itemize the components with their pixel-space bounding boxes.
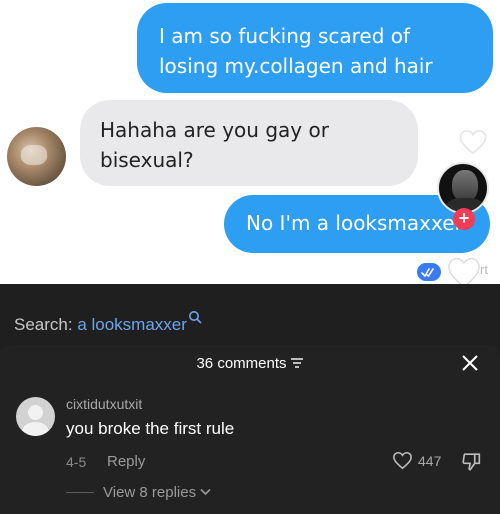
view-replies-button[interactable]: View 8 replies bbox=[103, 483, 211, 501]
search-prefix: Search: bbox=[14, 315, 78, 334]
comments-panel: 36 comments cixtidutxutxit you broke the… bbox=[0, 345, 500, 514]
dislike-icon[interactable] bbox=[461, 451, 483, 472]
message-bubble-outgoing: I am so fucking scared of losing my.coll… bbox=[137, 3, 493, 93]
comment-text: you broke the first rule bbox=[66, 419, 235, 438]
message-text: No I'm a looksmaxxer bbox=[246, 211, 463, 235]
heart-icon[interactable] bbox=[392, 451, 413, 470]
overlay-partial-text: rt bbox=[480, 262, 488, 277]
message-text: I am so fucking scared of losing my.coll… bbox=[159, 24, 433, 78]
creator-avatar[interactable] bbox=[437, 162, 489, 214]
close-icon[interactable] bbox=[459, 352, 481, 374]
comments-count: 36 comments bbox=[196, 355, 287, 372]
heart-outline-icon bbox=[458, 128, 488, 156]
chat-screenshot[interactable]: I am so fucking scared of losing my.coll… bbox=[0, 0, 500, 284]
avatar[interactable] bbox=[16, 397, 55, 436]
search-query-link[interactable]: a looksmaxxer bbox=[77, 315, 187, 334]
plus-icon[interactable]: + bbox=[453, 208, 475, 230]
comment-date: 4-5 bbox=[66, 454, 87, 470]
view-replies-label: View 8 replies bbox=[103, 484, 197, 501]
screen: I am so fucking scared of losing my.coll… bbox=[0, 0, 500, 514]
like-count: 447 bbox=[418, 453, 442, 469]
heart-icon bbox=[446, 255, 482, 284]
search-suggestion[interactable]: Search: a looksmaxxer bbox=[14, 309, 202, 335]
chevron-down-icon bbox=[200, 483, 211, 496]
contact-avatar bbox=[7, 127, 66, 186]
reply-button[interactable]: Reply bbox=[107, 453, 145, 470]
search-icon bbox=[188, 309, 202, 324]
comment-username[interactable]: cixtidutxutxit bbox=[66, 396, 142, 412]
message-text: Hahaha are you gay or bisexual? bbox=[100, 118, 329, 172]
double-check-icon bbox=[417, 263, 441, 281]
replies-divider bbox=[66, 492, 94, 493]
filter-icon[interactable] bbox=[290, 356, 304, 368]
comments-header[interactable]: 36 comments bbox=[0, 355, 500, 372]
message-bubble-incoming: Hahaha are you gay or bisexual? bbox=[80, 100, 418, 186]
